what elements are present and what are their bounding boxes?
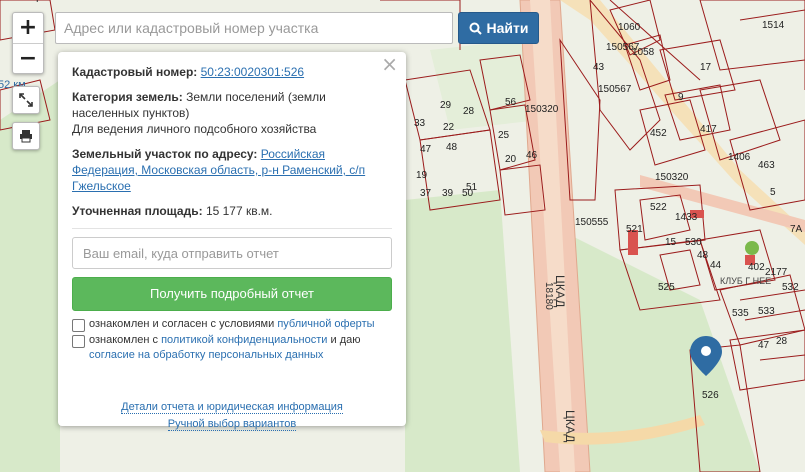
divider [72,228,392,229]
cadastral-row: Кадастровый номер: 50:23:0020301:526 [72,64,392,80]
parcel-number-label: 150320 [525,104,559,115]
find-button[interactable]: Найти [458,12,539,44]
parcel-number-label: 9 [678,92,684,103]
parcel-number-label: 47 [420,144,432,155]
cadastral-number-link[interactable]: 50:23:0020301:526 [201,65,304,79]
consent-offer-text: ознакомлен и согласен с условиями публич… [89,318,375,330]
parcel-number-label: 463 [758,160,775,171]
parcel-number-label: 525 [658,282,675,293]
parcel-number-label: 56 [505,97,517,108]
close-icon[interactable]: × [381,54,398,74]
address-row: Земельный участок по адресу: Российская … [72,146,392,194]
parcel-number-label: 25 [498,130,510,141]
parcel-number-label: 33 [414,118,426,129]
poi-icon [745,241,759,255]
parcel-number-label: 7А [790,224,803,235]
parcel-info-panel: × Кадастровый номер: 50:23:0020301:526 К… [58,52,406,431]
road-label: ЦКАД [553,275,567,307]
personal-data-consent-link[interactable]: согласие на обработку персональных данны… [89,349,323,361]
public-offer-link[interactable]: публичной оферты [277,318,374,330]
road-label: 18180 [543,282,554,310]
parcel-number-label: Фтсев пр. [0,0,44,3]
parcel-number-label: 43 [593,62,605,73]
parcel-number-label: 150555 [575,217,609,228]
print-button[interactable] [12,122,40,150]
consent-privacy-row: ознакомлен с политикой конфиденциальност… [72,333,392,363]
parcel-number-label: 19 [416,170,428,181]
zoom-out-button[interactable]: − [13,44,43,74]
search-icon [469,22,482,35]
parcel-number-label: 417 [700,124,717,135]
parcel-number-label: 1514 [762,20,785,31]
parcel-number-label: 20 [505,154,517,165]
parcel-number-label: 532 [782,282,799,293]
parcel-number-label: 51 [466,182,478,193]
parcel-number-label: 521 [626,224,643,235]
parcel-number-label: 1060 [618,22,641,33]
parcel-number-label: 5 [770,187,776,198]
usage-value: Для ведения личного подсобного хозяйства [72,122,317,136]
zoom-control: + − [12,12,44,74]
cadastral-label: Кадастровый номер: [72,65,198,79]
parcel-number-label: 150567 [606,42,640,53]
parcel-number-label: 522 [650,202,667,213]
area-value: 15 177 кв.м. [205,204,273,218]
find-button-label: Найти [486,20,529,36]
get-report-button[interactable]: Получить подробный отчет [72,277,392,311]
parcel-number-label: 47 [758,340,770,351]
printer-icon [20,130,32,143]
parcel-number-label: 46 [526,150,538,161]
parcel-number-label: 17 [700,62,712,73]
panel-footer: Детали отчета и юридическая информация Р… [72,399,392,433]
parcel-number-label: 535 [732,308,749,319]
parcel-number-label: 48 [446,142,458,153]
area-row: Уточненная площадь: 15 177 кв.м. [72,203,392,219]
parcel-number-label: 150320 [655,172,689,183]
expand-icon [19,93,33,107]
search-input[interactable] [55,12,453,44]
parcel-number-label: 48 [697,250,709,261]
privacy-checkbox[interactable] [72,335,85,348]
category-label: Категория земель: [72,90,183,104]
email-field[interactable] [72,237,392,269]
category-row: Категория земель: Земли поселений (земли… [72,89,392,137]
manual-selection-link[interactable]: Ручной выбор вариантов [167,418,297,431]
parcel-number-label: 533 [758,306,775,317]
report-details-link[interactable]: Детали отчета и юридическая информация [121,401,343,414]
parcel-number-label: 402 [748,262,765,273]
area-label: Уточненная площадь: [72,204,203,218]
parcel-number-label: 44 [710,260,722,271]
privacy-policy-link[interactable]: политикой конфиденциальности [161,334,327,346]
poi-label: КЛУБ Г НЕЕ [720,276,771,286]
parcel-number-label: 28 [463,106,475,117]
parcel-number-label: 15 [665,237,677,248]
consent-offer-row: ознакомлен и согласен с условиями публич… [72,317,392,332]
address-label: Земельный участок по адресу: [72,147,258,161]
consent-privacy-text: ознакомлен с политикой конфиденциальност… [89,334,361,361]
parcel-number-label: 526 [702,390,719,401]
parcel-number-label: 37 [420,188,432,199]
parcel-number-label: 29 [440,100,452,111]
parcel-number-label: 530 [685,237,702,248]
parcel-number-label: 1433 [675,212,698,223]
offer-checkbox[interactable] [72,319,85,332]
parcel-number-label: 452 [650,128,667,139]
parcel-number-label: 1406 [728,152,751,163]
parcel-number-label: 22 [443,122,455,133]
parcel-number-label: 39 [442,188,454,199]
road-label: ЦКАД [563,410,577,442]
parcel-number-label: 28 [776,336,788,347]
fullscreen-button[interactable] [12,86,40,114]
parcel-number-label: 150567 [598,84,632,95]
zoom-in-button[interactable]: + [13,13,43,44]
